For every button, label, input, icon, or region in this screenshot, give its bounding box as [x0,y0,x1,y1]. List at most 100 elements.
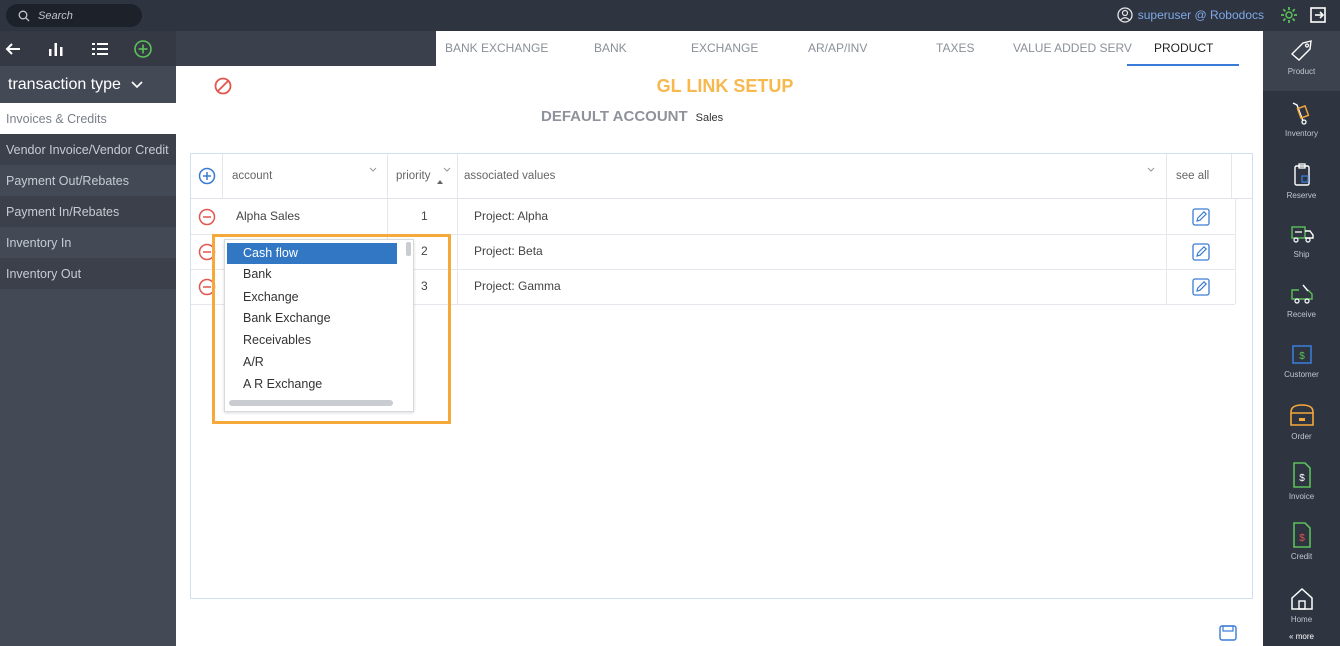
dropdown-option-cash-flow[interactable]: Cash flow [227,243,397,264]
rail-label: Credit [1290,552,1313,561]
add-row-icon[interactable] [198,167,216,188]
associated-values-cell[interactable]: Project: Alpha [474,199,548,234]
rail-label: Invoice [1288,492,1315,501]
account-cell[interactable]: Alpha Sales [236,199,300,234]
rail-label: Product [1287,67,1316,76]
dropdown-option-bank[interactable]: Bank [227,264,397,285]
priority-cell[interactable]: 1 [421,199,428,234]
column-header-priority[interactable]: priority [396,154,431,199]
dropdown-option-ar-exchange[interactable]: A R Exchange [227,374,397,395]
svg-text:$: $ [1299,533,1305,544]
logout-icon[interactable] [1308,5,1328,28]
sidebar-item-inventory-out[interactable]: Inventory Out [0,258,176,289]
add-circle-icon[interactable] [133,39,153,59]
horizontal-scrollbar[interactable] [229,400,393,406]
ship-truck-icon [1290,226,1314,243]
svg-text:$: $ [1299,473,1305,484]
sidebar-item-label: Payment Out/Rebates [6,173,129,188]
rail-label: Customer [1284,370,1319,379]
sidebar-item-payment-in[interactable]: Payment In/Rebates [0,196,176,227]
default-account-value[interactable]: Sales [696,112,724,124]
dropdown-option-exchange[interactable]: Exchange [227,287,397,308]
tab-bank[interactable]: BANK [594,31,627,66]
edit-icon[interactable] [1191,207,1211,230]
receive-truck-icon [1290,284,1313,304]
tab-bank-exchange[interactable]: BANK EXCHANGE [445,31,548,66]
default-account-label: DEFAULT ACCOUNT [541,108,688,125]
sidebar-item-invoices-credits[interactable]: Invoices & Credits [0,103,176,134]
column-header-see-all[interactable]: see all [1176,154,1209,199]
page-title: GL LINK SETUP [656,76,794,96]
search-box[interactable] [6,4,142,27]
rail-item-inventory[interactable]: Inventory [1263,93,1340,153]
sidebar-item-label: Payment In/Rebates [6,204,120,219]
home-icon [1290,587,1313,610]
settings-gear-icon[interactable] [1279,5,1299,28]
rail-item-home[interactable]: Home [1263,579,1340,639]
tab-product[interactable]: PRODUCT [1127,31,1239,66]
sidebar-item-payment-out[interactable]: Payment Out/Rebates [0,165,176,196]
tab-ar-ap-inv[interactable]: AR/AP/INV [808,31,867,66]
back-arrow-icon[interactable] [4,40,22,58]
chevron-down-icon[interactable] [1147,162,1155,176]
table-row: Alpha Sales 1 Project: Alpha [191,199,1252,234]
associated-values-cell[interactable]: Project: Beta [474,234,543,269]
rail-item-customer[interactable]: $ Customer [1263,334,1340,394]
hand-truck-icon [1292,102,1309,125]
dropdown-option-receivables[interactable]: Receivables [227,330,397,351]
rail-item-invoice[interactable]: $ Invoice [1263,454,1340,514]
chevron-down-icon[interactable] [369,162,377,176]
dropdown-option-ar[interactable]: A/R [227,352,397,373]
rail-item-product[interactable]: Product [1263,31,1340,91]
vertical-scrollbar[interactable] [406,242,411,256]
left-sidebar: transaction type Invoices & Credits Vend… [0,31,176,646]
rail-label: Order [1291,432,1312,441]
rail-item-ship[interactable]: Ship [1263,214,1340,274]
account-dropdown-list[interactable]: Cash flow Bank Exchange Bank Exchange Re… [224,239,414,412]
rail-label: Inventory [1285,129,1318,138]
rail-label: Ship [1293,250,1310,259]
edit-icon[interactable] [1191,277,1211,300]
edit-icon[interactable] [1191,242,1211,265]
rail-more-link[interactable]: « more [1263,632,1340,641]
tab-value-added-serv[interactable]: VALUE ADDED SERV [1013,31,1132,66]
top-bar: superuser @ Robodocs [0,0,1340,31]
tag-icon [1290,40,1312,61]
column-header-associated-values[interactable]: associated values [464,154,555,199]
tab-taxes[interactable]: TAXES [936,31,974,66]
user-indicator[interactable]: superuser @ Robodocs [1117,7,1264,23]
rail-item-credit[interactable]: $ Credit [1263,514,1340,574]
invoice-doc-icon: $ [1292,462,1311,488]
user-icon [1117,7,1133,23]
credit-doc-icon: $ [1292,522,1311,548]
associated-values-cell[interactable]: Project: Gamma [474,269,561,304]
sidebar-toolbar [0,31,176,66]
chevron-down-icon[interactable] [443,162,451,176]
sidebar-item-label: Vendor Invoice/Vendor Credit [6,142,169,157]
rail-item-order[interactable]: Order [1263,394,1340,454]
user-name: superuser @ Robodocs [1137,8,1264,22]
sidebar-item-label: Inventory In [6,235,72,250]
tab-bar: BANK EXCHANGE BANK EXCHANGE AR/AP/INV TA… [436,31,1263,66]
tab-exchange[interactable]: EXCHANGE [691,31,758,66]
search-input[interactable] [38,9,138,22]
list-icon[interactable] [90,40,110,58]
column-header-account[interactable]: account [232,154,272,199]
table-header: account priority associated values see a… [191,154,1252,199]
rail-label: Reserve [1286,191,1317,200]
bar-chart-icon[interactable] [46,40,66,58]
dropdown-option-bank-exchange[interactable]: Bank Exchange [227,308,397,329]
svg-text:$: $ [1299,351,1305,362]
sort-asc-icon[interactable] [436,174,444,188]
sidebar-item-label: Invoices & Credits [6,111,107,126]
rail-item-receive[interactable]: Receive [1263,274,1340,334]
save-icon[interactable] [1219,625,1237,644]
sidebar-item-inventory-in[interactable]: Inventory In [0,227,176,258]
right-rail: Product Inventory Reserve Ship Receive $… [1263,31,1340,646]
sidebar-item-vendor-invoice[interactable]: Vendor Invoice/Vendor Credit [0,134,176,165]
default-account: DEFAULT ACCOUNT Sales [541,108,723,125]
order-box-icon [1289,404,1314,426]
remove-row-icon[interactable] [198,208,216,229]
clipboard-icon [1293,163,1310,186]
rail-item-reserve[interactable]: Reserve [1263,155,1340,215]
